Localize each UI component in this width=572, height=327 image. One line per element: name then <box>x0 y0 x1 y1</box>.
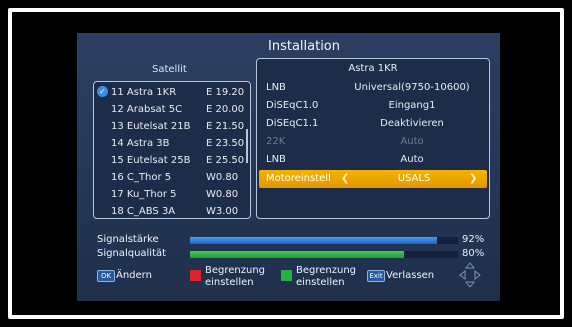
satellite-name: 15 Eutelsat 25B <box>111 155 191 166</box>
satellite-name: 12 Arabsat 5C <box>111 104 183 115</box>
setting-label: LNB <box>266 154 286 165</box>
signal-quality-bar <box>190 251 458 258</box>
satellite-list-scrollbar[interactable] <box>246 129 248 163</box>
green-legend-label: Begrenzung einstellen <box>296 265 356 289</box>
setting-label: DiSEqC1.0 <box>266 100 319 111</box>
signal-strength-percent: 92% <box>462 234 485 245</box>
satellite-name: 14 Astra 3B <box>111 138 170 149</box>
red-legend-line2: einstellen <box>205 277 254 288</box>
satellite-item[interactable]: 17 Ku_Thor 5 W0.80 <box>94 186 250 203</box>
satellite-list-heading: Satellit <box>152 64 187 75</box>
signal-quality-fill <box>190 251 405 258</box>
satellite-position: E 23.50 <box>206 138 245 149</box>
green-legend-line2: einstellen <box>296 277 345 288</box>
setting-value: Auto <box>400 154 424 165</box>
signal-strength-fill <box>190 237 437 244</box>
satellite-item[interactable]: ✓ 11 Astra 1KR E 19.20 <box>94 84 250 101</box>
setting-value: Eingang1 <box>388 100 436 111</box>
setting-row-22k: 22K Auto <box>257 133 489 151</box>
exit-legend-label: Verlassen <box>386 270 435 281</box>
satellite-position: E 21.50 <box>206 121 245 132</box>
selected-satellite-title: Astra 1KR <box>348 63 398 74</box>
satellite-item[interactable]: 14 Astra 3B E 23.50 <box>94 135 250 152</box>
setting-row-motor[interactable]: Motoreinstell ❮ USALS ❯ <box>259 170 487 188</box>
signal-quality-label: Signalqualität <box>97 248 167 259</box>
setting-value: Universal(9750-10600) <box>354 82 470 93</box>
setting-label: Motoreinstell <box>266 173 331 184</box>
satellite-position: W0.80 <box>206 172 239 183</box>
setting-label: LNB <box>266 82 286 93</box>
setting-row-diseqc10[interactable]: DiSEqC1.0 Eingang1 <box>257 97 489 115</box>
red-key-icon <box>190 270 201 281</box>
satellite-item[interactable]: 15 Eutelsat 25B E 25.50 <box>94 152 250 169</box>
red-legend-line1: Begrenzung <box>205 265 266 276</box>
satellite-name: 16 C_Thor 5 <box>111 172 172 183</box>
settings-panel: Astra 1KR LNB Universal(9750-10600) DiSE… <box>256 58 490 219</box>
setting-value: Auto <box>400 136 424 147</box>
satellite-position: W3.00 <box>206 206 239 217</box>
signal-quality-percent: 80% <box>462 248 485 259</box>
setting-value: USALS <box>397 173 431 184</box>
setting-row-lnb-power[interactable]: LNB Auto <box>257 151 489 169</box>
red-legend-label: Begrenzung einstellen <box>205 265 265 289</box>
satellite-name: 13 Eutelsat 21B <box>111 121 191 132</box>
ok-key-icon: OK <box>97 270 115 282</box>
satellite-position: E 25.50 <box>206 155 245 166</box>
satellite-list: ✓ 11 Astra 1KR E 19.20 12 Arabsat 5C E 2… <box>93 81 251 219</box>
setting-row-lnb-type[interactable]: LNB Universal(9750-10600) <box>257 79 489 97</box>
setting-label: DiSEqC1.1 <box>266 118 319 129</box>
satellite-item[interactable]: 12 Arabsat 5C E 20.00 <box>94 101 250 118</box>
direction-pad-icon <box>459 262 481 288</box>
setting-value: Deaktivieren <box>380 118 444 129</box>
satellite-item[interactable]: 16 C_Thor 5 W0.80 <box>94 169 250 186</box>
checkmark-icon: ✓ <box>97 86 108 97</box>
setting-row-diseqc11[interactable]: DiSEqC1.1 Deaktivieren <box>257 115 489 133</box>
green-legend-line1: Begrenzung <box>296 265 357 276</box>
satellite-item[interactable]: 13 Eutelsat 21B E 21.50 <box>94 118 250 135</box>
satellite-item[interactable]: 18 C_ABS 3A W3.00 <box>94 203 250 220</box>
satellite-name: 11 Astra 1KR <box>111 87 177 98</box>
satellite-position: W0.80 <box>206 189 239 200</box>
satellite-name: 17 Ku_Thor 5 <box>111 189 177 200</box>
ok-legend-label: Ändern <box>116 270 152 281</box>
arrow-right-icon[interactable]: ❯ <box>469 173 477 184</box>
signal-strength-bar <box>190 237 458 244</box>
signal-strength-label: Signalstärke <box>97 234 159 245</box>
exit-key-icon: Exit <box>367 270 385 282</box>
satellite-name: 18 C_ABS 3A <box>111 206 176 217</box>
green-key-icon <box>281 270 292 281</box>
satellite-position: E 20.00 <box>206 104 245 115</box>
satellite-position: E 19.20 <box>206 87 245 98</box>
page-title: Installation <box>268 39 341 54</box>
setting-label: 22K <box>266 136 286 147</box>
